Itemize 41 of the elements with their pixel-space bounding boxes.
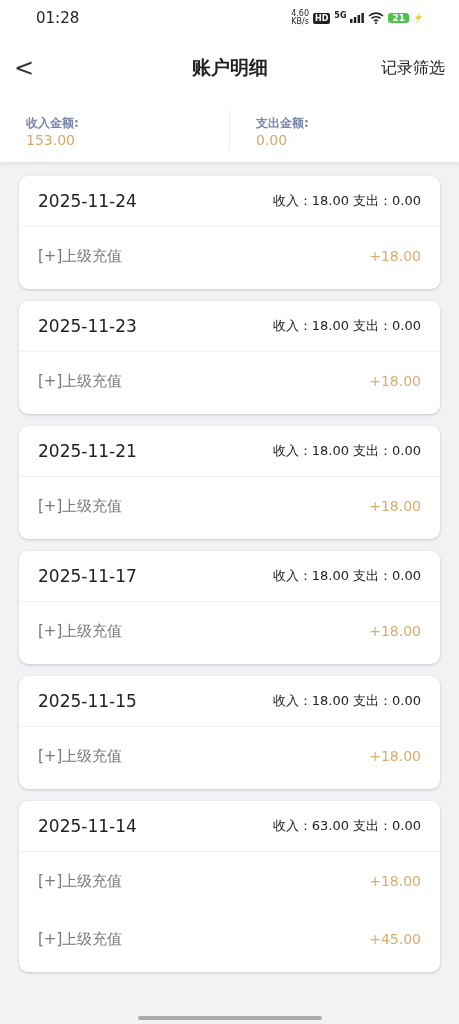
date-label: 2025-11-23 — [38, 316, 137, 336]
wifi-icon — [368, 12, 385, 24]
network-speed: 4.60 KB/s — [291, 10, 309, 26]
summary-value: 0.00 — [256, 131, 289, 148]
record-amount: +45.00 — [369, 931, 421, 947]
date-label: 2025-11-15 — [38, 691, 137, 711]
record-amount: +18.00 — [369, 373, 421, 389]
record-amount: +18.00 — [369, 873, 421, 889]
network-type: 5G — [334, 11, 347, 20]
charging-icon — [413, 12, 423, 24]
record-amount: +18.00 — [369, 248, 421, 264]
summary-label: 支出金额: — [256, 114, 310, 132]
record-amount: +18.00 — [369, 498, 421, 514]
hd-badge: HD — [313, 12, 331, 24]
record-name: [+]上级充值 — [38, 496, 123, 516]
record-amount: +18.00 — [369, 623, 421, 639]
record-name: [+]上级充值 — [38, 371, 123, 391]
status-time: 01:28 — [36, 9, 80, 27]
page-title: 账户明细 — [191, 55, 268, 80]
date-label: 2025-11-14 — [38, 816, 137, 836]
day-totals: 收入：18.00 支出：0.00 — [272, 442, 421, 460]
back-button[interactable]: < — [10, 54, 39, 82]
record-name: [+]上级充值 — [38, 621, 123, 641]
date-label: 2025-11-17 — [38, 566, 137, 586]
date-label: 2025-11-21 — [38, 441, 137, 461]
filter-button[interactable]: 记录筛选 — [381, 57, 445, 79]
record-name: [+]上级充值 — [38, 871, 123, 891]
day-totals: 收入：18.00 支出：0.00 — [272, 317, 421, 335]
summary-label: 收入金额: — [26, 114, 80, 132]
signal-icon — [350, 13, 365, 23]
day-totals: 收入：18.00 支出：0.00 — [272, 692, 421, 710]
record-name: [+]上级充值 — [38, 929, 123, 949]
day-totals: 收入：18.00 支出：0.00 — [272, 192, 421, 210]
battery-indicator: 21 — [388, 13, 409, 23]
date-label: 2025-11-24 — [38, 191, 137, 211]
summary-value: 153.00 — [26, 131, 76, 148]
record-name: [+]上级充值 — [38, 746, 123, 766]
record-amount: +18.00 — [369, 748, 421, 764]
day-totals: 收入：18.00 支出：0.00 — [272, 567, 421, 585]
record-name: [+]上级充值 — [38, 246, 123, 266]
day-totals: 收入：63.00 支出：0.00 — [272, 817, 421, 835]
